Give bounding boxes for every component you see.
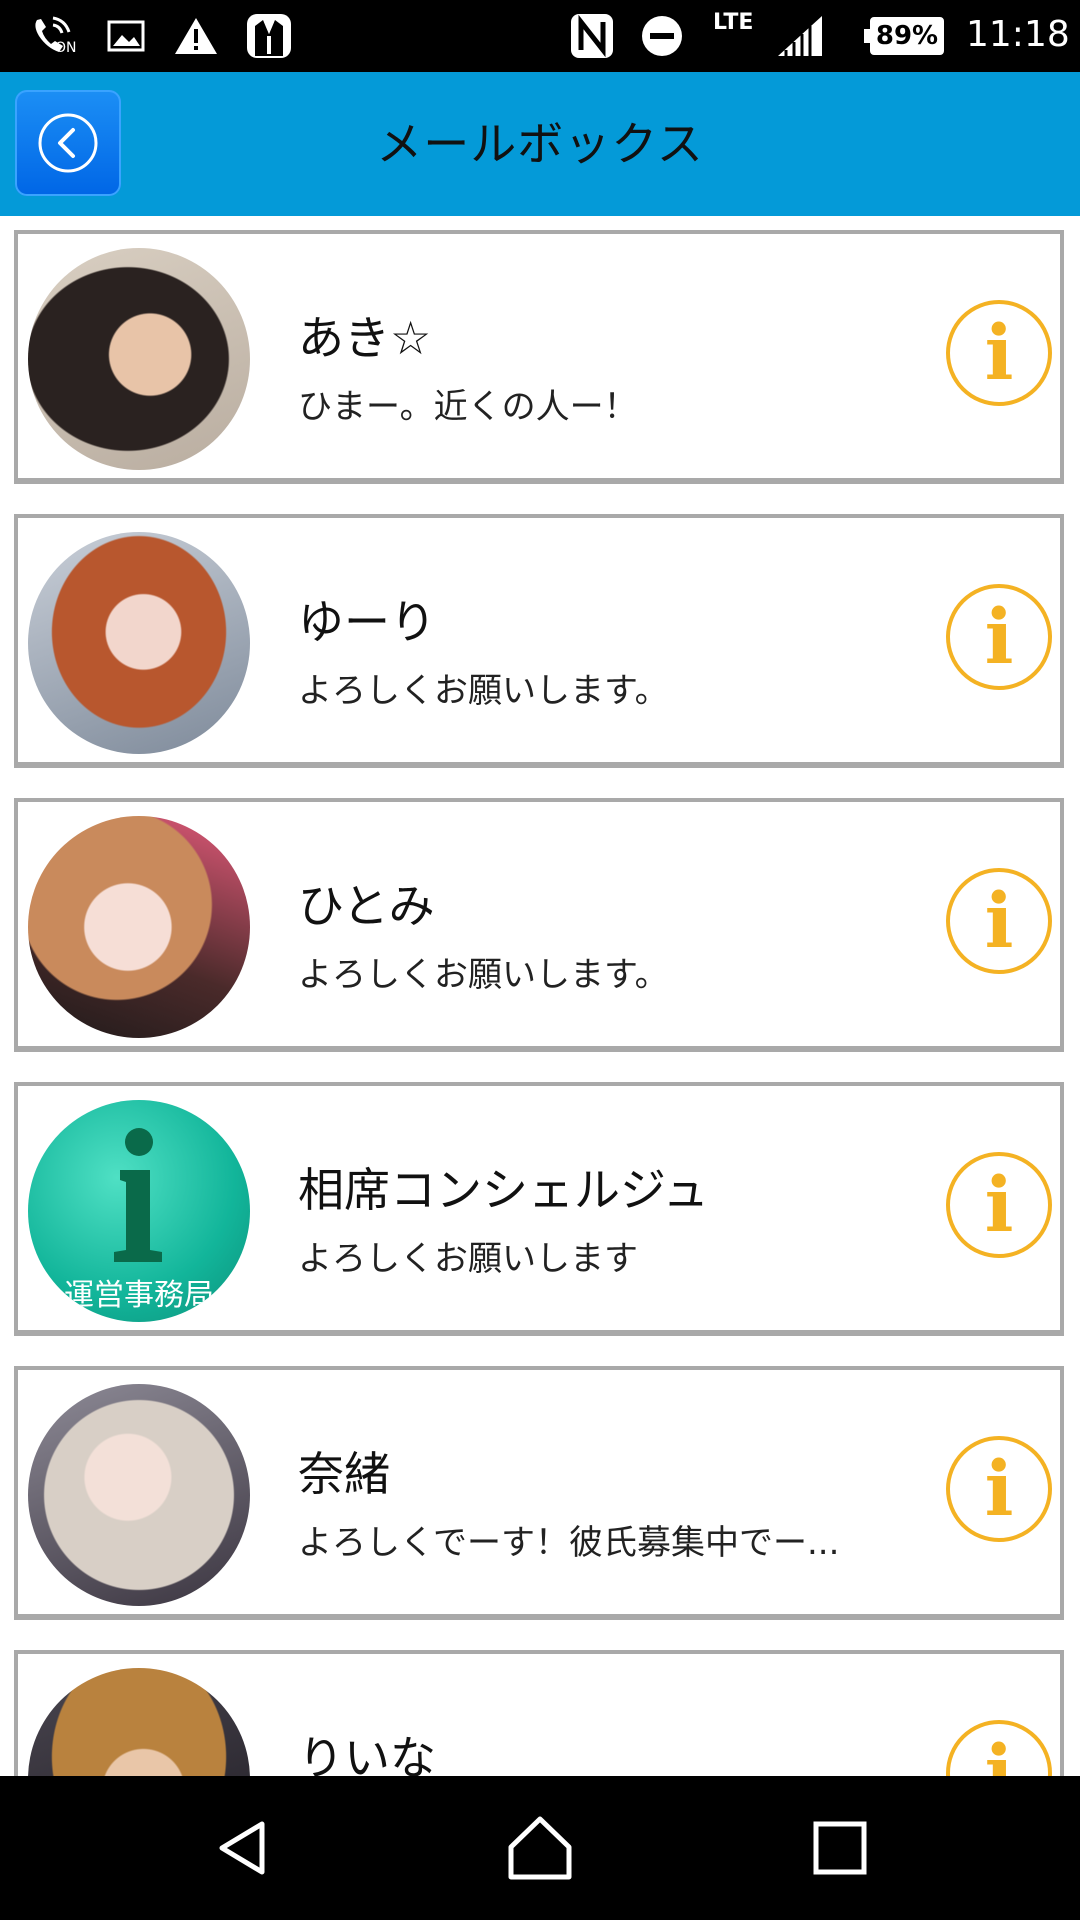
info-button[interactable]: i — [946, 584, 1052, 690]
list-item[interactable]: りいな i — [14, 1650, 1064, 1776]
info-button[interactable]: i — [946, 1436, 1052, 1542]
warning-icon — [172, 12, 220, 60]
list-item[interactable]: 運営事務局 相席コンシェルジュ よろしくお願いします i — [14, 1082, 1064, 1336]
nav-recents-button[interactable] — [770, 1776, 910, 1920]
navigation-bar — [0, 1776, 1080, 1920]
battery-percent: 89% — [875, 21, 939, 51]
message-preview: よろしくお願いします。 — [298, 671, 669, 711]
info-button[interactable]: i — [946, 868, 1052, 974]
info-icon: i — [984, 1444, 1014, 1533]
sender-name: 相席コンシェルジュ — [298, 1163, 709, 1217]
chevron-left-icon — [38, 113, 98, 173]
list-item[interactable]: ゆーり よろしくお願いします。 i — [14, 514, 1064, 768]
sender-name: あき☆ — [298, 311, 432, 365]
sender-name: ひとみ — [298, 879, 435, 933]
avatar[interactable] — [28, 248, 250, 470]
info-button[interactable]: i — [946, 1152, 1052, 1258]
nav-back-button[interactable] — [172, 1776, 312, 1920]
call-on-label: ON — [55, 40, 77, 56]
message-preview: ひまー。近くの人ー！ — [298, 387, 638, 427]
info-icon: i — [984, 308, 1014, 397]
message-preview: よろしくお願いします。 — [298, 955, 669, 995]
sender-name: 奈緒 — [298, 1447, 390, 1501]
info-button[interactable]: i — [946, 1720, 1052, 1776]
sender-name: ゆーり — [298, 595, 436, 649]
info-icon: i — [984, 1728, 1014, 1777]
page-title: メールボックス — [376, 117, 704, 171]
avatar[interactable] — [28, 1384, 250, 1606]
list-item[interactable]: あき☆ ひまー。近くの人ー！ i — [14, 230, 1064, 484]
battery-icon: 89% — [862, 12, 948, 60]
signal-icon — [775, 12, 825, 60]
avatar[interactable] — [28, 816, 250, 1038]
back-button[interactable] — [15, 90, 121, 196]
nav-home-button[interactable] — [470, 1776, 610, 1920]
info-icon: i — [984, 876, 1014, 965]
status-bar: ON LTE 89% 11:18 — [0, 0, 1080, 72]
info-icon: i — [984, 1160, 1014, 1249]
avatar[interactable] — [28, 532, 250, 754]
list-item[interactable]: 奈緒 よろしくでーす！彼氏募集中でー... i — [14, 1366, 1064, 1620]
clock: 11:18 — [966, 14, 1070, 55]
concierge-avatar[interactable]: 運営事務局 — [28, 1100, 250, 1322]
network-type-label: LTE — [713, 10, 754, 35]
message-preview: よろしくお願いします — [298, 1239, 638, 1279]
do-not-disturb-icon — [638, 12, 686, 60]
home-icon — [508, 1816, 572, 1880]
app-bar: メールボックス — [0, 72, 1080, 216]
tuxedo-app-icon — [244, 12, 294, 60]
message-preview: よろしくでーす！彼氏募集中でー... — [298, 1523, 840, 1563]
nfc-icon — [567, 12, 617, 60]
image-icon — [106, 12, 146, 60]
list-item[interactable]: ひとみ よろしくお願いします。 i — [14, 798, 1064, 1052]
back-icon — [219, 1821, 265, 1875]
info-icon: i — [984, 592, 1014, 681]
sender-name: りいな — [298, 1731, 436, 1776]
mail-list[interactable]: あき☆ ひまー。近くの人ー！ i ゆーり よろしくお願いします。 i ひとみ よ… — [0, 216, 1080, 1776]
info-button[interactable]: i — [946, 300, 1052, 406]
concierge-avatar-label: 運営事務局 — [64, 1278, 214, 1313]
recents-icon — [813, 1821, 867, 1875]
avatar[interactable] — [28, 1668, 250, 1776]
